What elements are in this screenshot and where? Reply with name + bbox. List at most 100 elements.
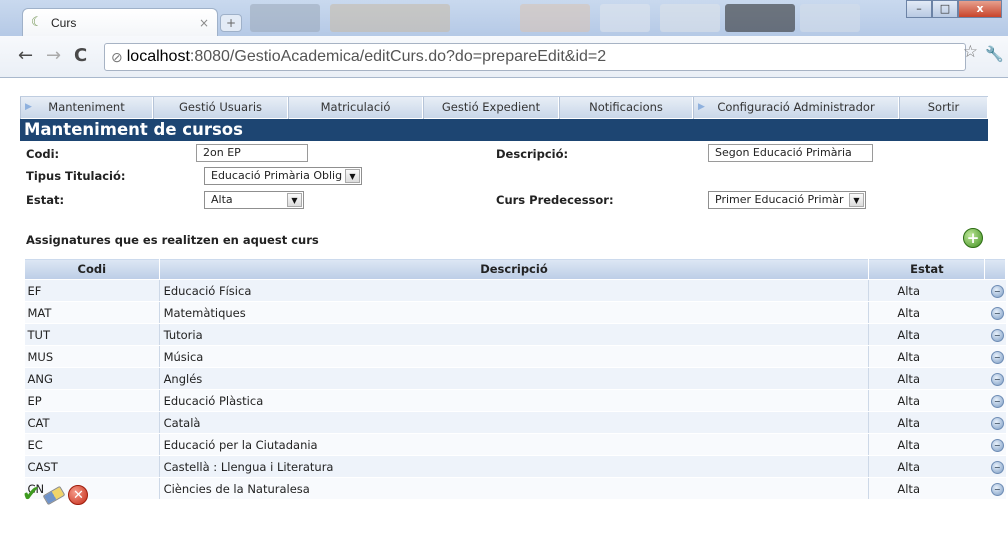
menu-item-label: Gestió Expedient <box>441 100 541 114</box>
address-bar[interactable]: ⊘ localhost:8080/GestioAcademica/editCur… <box>104 43 966 71</box>
blurred-background <box>520 4 590 32</box>
remove-subject-icon[interactable]: − <box>990 439 1004 452</box>
window-controls: – □ x <box>906 0 1002 18</box>
column-header-descripcio[interactable]: Descripció <box>158 258 870 280</box>
remove-subject-icon[interactable]: − <box>990 483 1004 496</box>
back-icon[interactable]: ← <box>18 46 33 66</box>
column-header-codi[interactable]: Codi <box>24 258 160 280</box>
cell-estat: Alta <box>868 455 985 478</box>
cell-codi: EF <box>24 279 160 302</box>
cell-descripcio: Música <box>158 345 869 368</box>
remove-subject-icon[interactable]: − <box>990 307 1004 320</box>
menu-item-configuracio-administrador[interactable]: ▶ Configuració Administrador <box>693 97 899 119</box>
cell-descripcio: Educació Física <box>158 279 869 302</box>
cell-descripcio: Castellà : Llengua i Literatura <box>158 455 869 478</box>
close-window-button[interactable]: x <box>958 0 1002 18</box>
cell-action: − <box>984 323 1006 346</box>
table-row: EC Educació per la Ciutadania Alta − <box>24 433 1006 456</box>
cell-estat: Alta <box>868 301 985 324</box>
wrench-icon[interactable]: 🔧 <box>985 45 1004 63</box>
cell-codi: EC <box>24 433 160 456</box>
menu-item-gestio-usuaris[interactable]: Gestió Usuaris <box>153 97 288 119</box>
table-header-row: Codi Descripció Estat <box>24 258 1006 280</box>
save-check-icon[interactable]: ✔ <box>22 484 40 506</box>
blurred-background <box>725 4 795 32</box>
menu-item-gestio-expedient[interactable]: Gestió Expedient <box>423 97 559 119</box>
reload-icon[interactable]: C <box>74 46 87 66</box>
cell-estat: Alta <box>868 477 985 500</box>
cell-estat: Alta <box>868 279 985 302</box>
estat-value: Alta <box>211 193 233 206</box>
add-subject-icon[interactable]: + <box>963 228 983 248</box>
menu-item-matriculacio[interactable]: Matriculació <box>288 97 423 119</box>
estat-select[interactable]: Alta ▼ <box>204 191 304 209</box>
table-row: CN Ciències de la Naturalesa Alta − <box>24 477 1006 500</box>
cell-descripcio: Anglés <box>158 367 869 390</box>
cell-action: − <box>984 433 1006 456</box>
cell-action: − <box>984 301 1006 324</box>
chevron-down-icon: ▼ <box>345 169 360 183</box>
cell-descripcio: Ciències de la Naturalesa <box>158 477 869 500</box>
table-row: EP Educació Plàstica Alta − <box>24 389 1006 412</box>
cancel-icon[interactable]: ✕ <box>68 485 89 505</box>
cell-codi: MUS <box>24 345 160 368</box>
tipus-titulacio-select[interactable]: Educació Primària Oblig ▼ <box>204 167 362 185</box>
menu-item-notificacions[interactable]: Notificacions <box>559 97 693 119</box>
main-menu: ▶ Manteniment Gestió Usuaris Matriculaci… <box>20 96 988 119</box>
menu-arrow-icon: ▶ <box>25 102 32 112</box>
close-tab-icon[interactable]: × <box>199 16 209 30</box>
cell-descripcio: Matemàtiques <box>158 301 869 324</box>
cell-estat: Alta <box>868 389 985 412</box>
remove-subject-icon[interactable]: − <box>990 329 1004 342</box>
chevron-down-icon: ▼ <box>287 193 302 207</box>
forward-icon[interactable]: → <box>46 46 61 66</box>
page-title: Manteniment de cursos <box>20 119 988 141</box>
cell-codi: ANG <box>24 367 160 390</box>
maximize-button[interactable]: □ <box>932 0 958 18</box>
remove-subject-icon[interactable]: − <box>990 351 1004 364</box>
table-row: ANG Anglés Alta − <box>24 367 1006 390</box>
cell-action: − <box>984 279 1006 302</box>
table-row: CAST Castellà : Llengua i Literatura Alt… <box>24 455 1006 478</box>
remove-subject-icon[interactable]: − <box>990 395 1004 408</box>
remove-subject-icon[interactable]: − <box>990 461 1004 474</box>
new-tab-button[interactable]: + <box>220 14 242 32</box>
curs-predecessor-select[interactable]: Primer Educació Primàr ▼ <box>708 191 866 209</box>
cell-action: − <box>984 345 1006 368</box>
subjects-table: Codi Descripció Estat EF Educació Física… <box>24 258 1006 500</box>
form-actions: ✔ ✕ <box>22 484 89 506</box>
eraser-icon[interactable] <box>43 485 66 505</box>
codi-input[interactable]: 2on EP <box>196 144 308 162</box>
cell-action: − <box>984 389 1006 412</box>
remove-subject-icon[interactable]: − <box>990 285 1004 298</box>
cell-descripcio: Tutoria <box>158 323 869 346</box>
remove-subject-icon[interactable]: − <box>990 373 1004 386</box>
menu-item-label: Manteniment <box>48 100 125 114</box>
column-header-estat[interactable]: Estat <box>868 258 986 280</box>
menu-item-sortir[interactable]: Sortir <box>899 97 988 119</box>
cell-estat: Alta <box>868 345 985 368</box>
page-info-icon[interactable]: ⊘ <box>111 49 123 66</box>
minimize-button[interactable]: – <box>906 0 932 18</box>
table-row: EF Educació Física Alta − <box>24 279 1006 302</box>
menu-item-label: Configuració Administrador <box>717 100 875 114</box>
menu-arrow-icon: ▶ <box>698 102 705 112</box>
tipus-titulacio-label: Tipus Titulació: <box>26 169 126 183</box>
column-header-action <box>984 258 1006 280</box>
subjects-table-body: EF Educació Física Alta − MAT Matemàtiqu… <box>24 279 1006 500</box>
cell-action: − <box>984 477 1006 500</box>
cell-estat: Alta <box>868 433 985 456</box>
cell-codi: TUT <box>24 323 160 346</box>
blurred-background <box>800 4 860 32</box>
subjects-section-title: Assignatures que es realitzen en aquest … <box>26 233 319 247</box>
menu-item-manteniment[interactable]: ▶ Manteniment <box>20 97 153 119</box>
browser-tab[interactable]: ☾ Curs × <box>22 8 218 36</box>
cell-descripcio: Català <box>158 411 869 434</box>
cell-estat: Alta <box>868 323 985 346</box>
remove-subject-icon[interactable]: − <box>990 417 1004 430</box>
table-row: MUS Música Alta − <box>24 345 1006 368</box>
bookmark-star-icon[interactable]: ☆ <box>963 42 978 62</box>
blurred-background <box>250 4 320 32</box>
codi-label: Codi: <box>26 147 60 161</box>
descripcio-input[interactable]: Segon Educació Primària <box>708 144 873 162</box>
